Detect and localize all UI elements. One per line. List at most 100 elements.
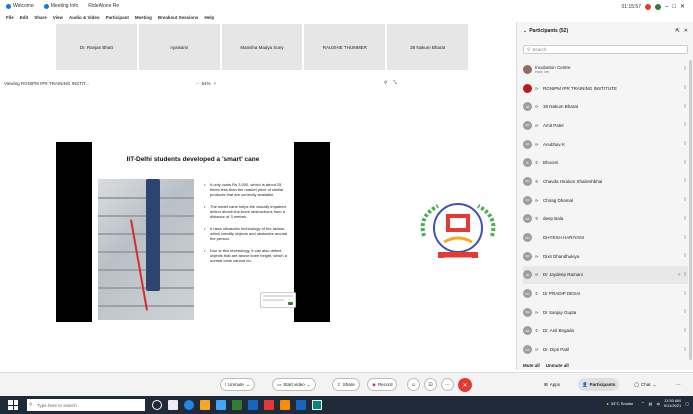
unmute-all-button[interactable]: Unmute all [546, 363, 569, 368]
clock-date[interactable]: 9/11/2021 [664, 403, 682, 408]
participant-row[interactable]: DD ⟳ Dixit Dhandhukiya ǀ [523, 247, 688, 266]
taskbar-search-input[interactable]: ⚲ Type here to search [27, 399, 145, 411]
task-view-icon[interactable] [168, 400, 178, 410]
excel-icon[interactable] [232, 400, 242, 410]
menu-edit[interactable]: Edit [20, 15, 29, 20]
participant-row[interactable]: AB ✆ Dr. Anil Begada ǀ [523, 322, 688, 341]
windows-start-icon[interactable] [8, 400, 18, 410]
popout-icon[interactable]: ⇱ [676, 28, 680, 34]
mic-muted-icon[interactable]: ǀ [682, 347, 688, 353]
maximize-icon[interactable]: □ [672, 4, 676, 10]
phone-icon: ✆ [535, 328, 539, 334]
share-button[interactable]: ⇪ Share [332, 378, 360, 391]
network-icon[interactable]: ▤ [649, 401, 653, 406]
mail-icon[interactable] [248, 400, 258, 410]
participant-row[interactable]: DH DHYESH HARIYANI ǀ [523, 228, 688, 247]
mic-muted-icon[interactable]: ǀ [682, 253, 688, 259]
fit-icon[interactable]: ⤡ [393, 80, 397, 86]
chat-button[interactable]: ◯ Chat ⌄ [630, 378, 660, 391]
webex-taskbar-icon[interactable] [312, 400, 322, 410]
mic-muted-icon[interactable]: ǀ [682, 291, 688, 297]
welcome-tab[interactable]: Welcome [6, 3, 34, 9]
participant-name: RGNIPM IPR TRAINING INSTITUTE [543, 85, 617, 91]
unmute-button[interactable]: ǀ Unmute ⌄ [220, 378, 255, 391]
leave-meeting-button[interactable]: ✕ [458, 378, 472, 392]
search-icon[interactable]: ⚲ [384, 80, 387, 86]
menu-breakout[interactable]: Breakout Sessions [158, 15, 199, 20]
zoom-out-icon[interactable]: − [196, 81, 199, 86]
panel-close-icon[interactable]: ✕ [684, 28, 688, 34]
mic-muted-icon[interactable]: ǀ [682, 66, 688, 72]
minimize-icon[interactable]: – [665, 4, 668, 10]
participant-row[interactable]: PD ✆ Dr PRADIP DESAI ǀ [523, 284, 688, 303]
participant-row[interactable]: Incubation Centre Host, me ǀ [523, 60, 688, 79]
participant-row[interactable]: AK ⟳ Anubhav K ǀ [523, 135, 688, 154]
apps-button[interactable]: ⊞ Apps [540, 378, 564, 391]
mic-muted-icon[interactable]: ǀ [682, 197, 688, 203]
collapse-chevron-icon[interactable]: ⌄ [523, 28, 527, 34]
slide-popup[interactable] [260, 292, 296, 308]
mute-all-button[interactable]: Mute all [523, 363, 540, 368]
volume-icon[interactable]: ◂) [656, 401, 659, 406]
mic-muted-icon[interactable]: ǀ [682, 216, 688, 222]
start-video-button[interactable]: ▭ Start video ⌄ [272, 378, 316, 391]
participant-scrollbar[interactable] [689, 60, 692, 360]
app-icon[interactable] [264, 400, 274, 410]
participant-row[interactable]: 38 ⟳ 38 Nakum Bharat ǀ [523, 97, 688, 116]
menu-participant[interactable]: Participant [106, 15, 129, 20]
thumbnail-tile[interactable]: nyaisami [138, 24, 220, 70]
chrome-icon[interactable] [280, 400, 290, 410]
participant-row[interactable]: DP ⟳ Dr. Dipti Patil ǀ [523, 340, 688, 359]
close-icon[interactable]: ✕ [680, 3, 685, 10]
participant-row[interactable]: JR ⟳ Dr Jaydeep Ramani ○ ǀ [523, 265, 688, 285]
reactions-button[interactable]: ☺ [407, 378, 420, 391]
participant-row[interactable]: CD ⟳ Chirag Dhamal ǀ [523, 191, 688, 210]
thumbnail-tile[interactable]: 38 Nakum Bharat [387, 24, 468, 70]
participant-row[interactable]: AP ⟳ Amit Patel ǀ [523, 116, 688, 135]
menu-view[interactable]: View [53, 15, 63, 20]
mic-muted-icon[interactable]: ǀ [682, 272, 688, 278]
notifications-icon[interactable]: ▢ [685, 401, 689, 406]
mic-muted-icon[interactable]: ǀ [682, 141, 688, 147]
meeting-name-tab[interactable]: RideAlone Re [88, 3, 119, 9]
mic-muted-icon[interactable]: ǀ [682, 122, 688, 128]
meeting-info-tab[interactable]: Meeting Info [43, 3, 78, 9]
thumbnail-tile[interactable]: RAUSHIE THUMMER [304, 24, 386, 70]
participant-row[interactable]: dB ✆ deep Bala ǀ [523, 210, 688, 229]
participant-row[interactable]: SG ⟳ Dr Sanjay Gupta ǀ [523, 303, 688, 322]
cortana-icon[interactable] [152, 400, 162, 410]
zoom-level[interactable]: 64% [202, 81, 211, 86]
thumbnail-tile[interactable]: Dr. Ranjan Bhatt [56, 24, 137, 70]
menu-help[interactable]: Help [204, 15, 214, 20]
participant-row[interactable]: ⟳ RGNIPM IPR TRAINING INSTITUTE ǀ [523, 79, 688, 98]
mic-muted-icon[interactable]: ǀ [682, 235, 688, 241]
weather-label[interactable]: 33°C Smoke [611, 401, 634, 406]
record-button[interactable]: ◉ Record [367, 378, 398, 391]
menu-share[interactable]: Share [34, 15, 47, 20]
participants-button[interactable]: 👤 Participants [578, 378, 620, 391]
zoom-in-icon[interactable]: + [214, 81, 217, 86]
menu-meeting[interactable]: Meeting [135, 15, 152, 20]
store-icon[interactable] [216, 400, 226, 410]
mic-muted-icon[interactable]: ǀ [682, 309, 688, 315]
participant-row[interactable]: CH ✆ Chavda Hiralum Shaileshbhai ǀ [523, 172, 688, 191]
mic-muted-icon[interactable]: ǀ [682, 104, 688, 110]
menu-audio-video[interactable]: Audio & Video [69, 15, 100, 20]
mic-muted-icon[interactable]: ǀ [682, 178, 688, 184]
word-icon[interactable] [296, 400, 306, 410]
menu-file[interactable]: File [6, 15, 14, 20]
avatar: DP [523, 345, 532, 355]
captions-button[interactable]: ⊡ [424, 378, 437, 391]
mic-muted-icon[interactable]: ǀ [682, 160, 688, 166]
tray-up-icon[interactable]: ⌃ [641, 401, 644, 406]
more-button[interactable]: ⋯ [441, 378, 454, 391]
mic-on-icon[interactable]: ǀ [682, 85, 688, 91]
mic-muted-icon[interactable]: ǀ [682, 328, 688, 334]
edge-icon[interactable] [184, 400, 194, 410]
reaction-icon: ☺ [410, 381, 417, 388]
more-options-button[interactable]: ⋯ [672, 378, 685, 391]
thumbnail-tile[interactable]: Manisha Madya Suny [221, 24, 303, 70]
participant-row[interactable]: B ✆ Bhoomi ǀ [523, 153, 688, 172]
file-explorer-icon[interactable] [200, 400, 210, 410]
participant-search-input[interactable]: ⚲ Search [523, 45, 688, 54]
